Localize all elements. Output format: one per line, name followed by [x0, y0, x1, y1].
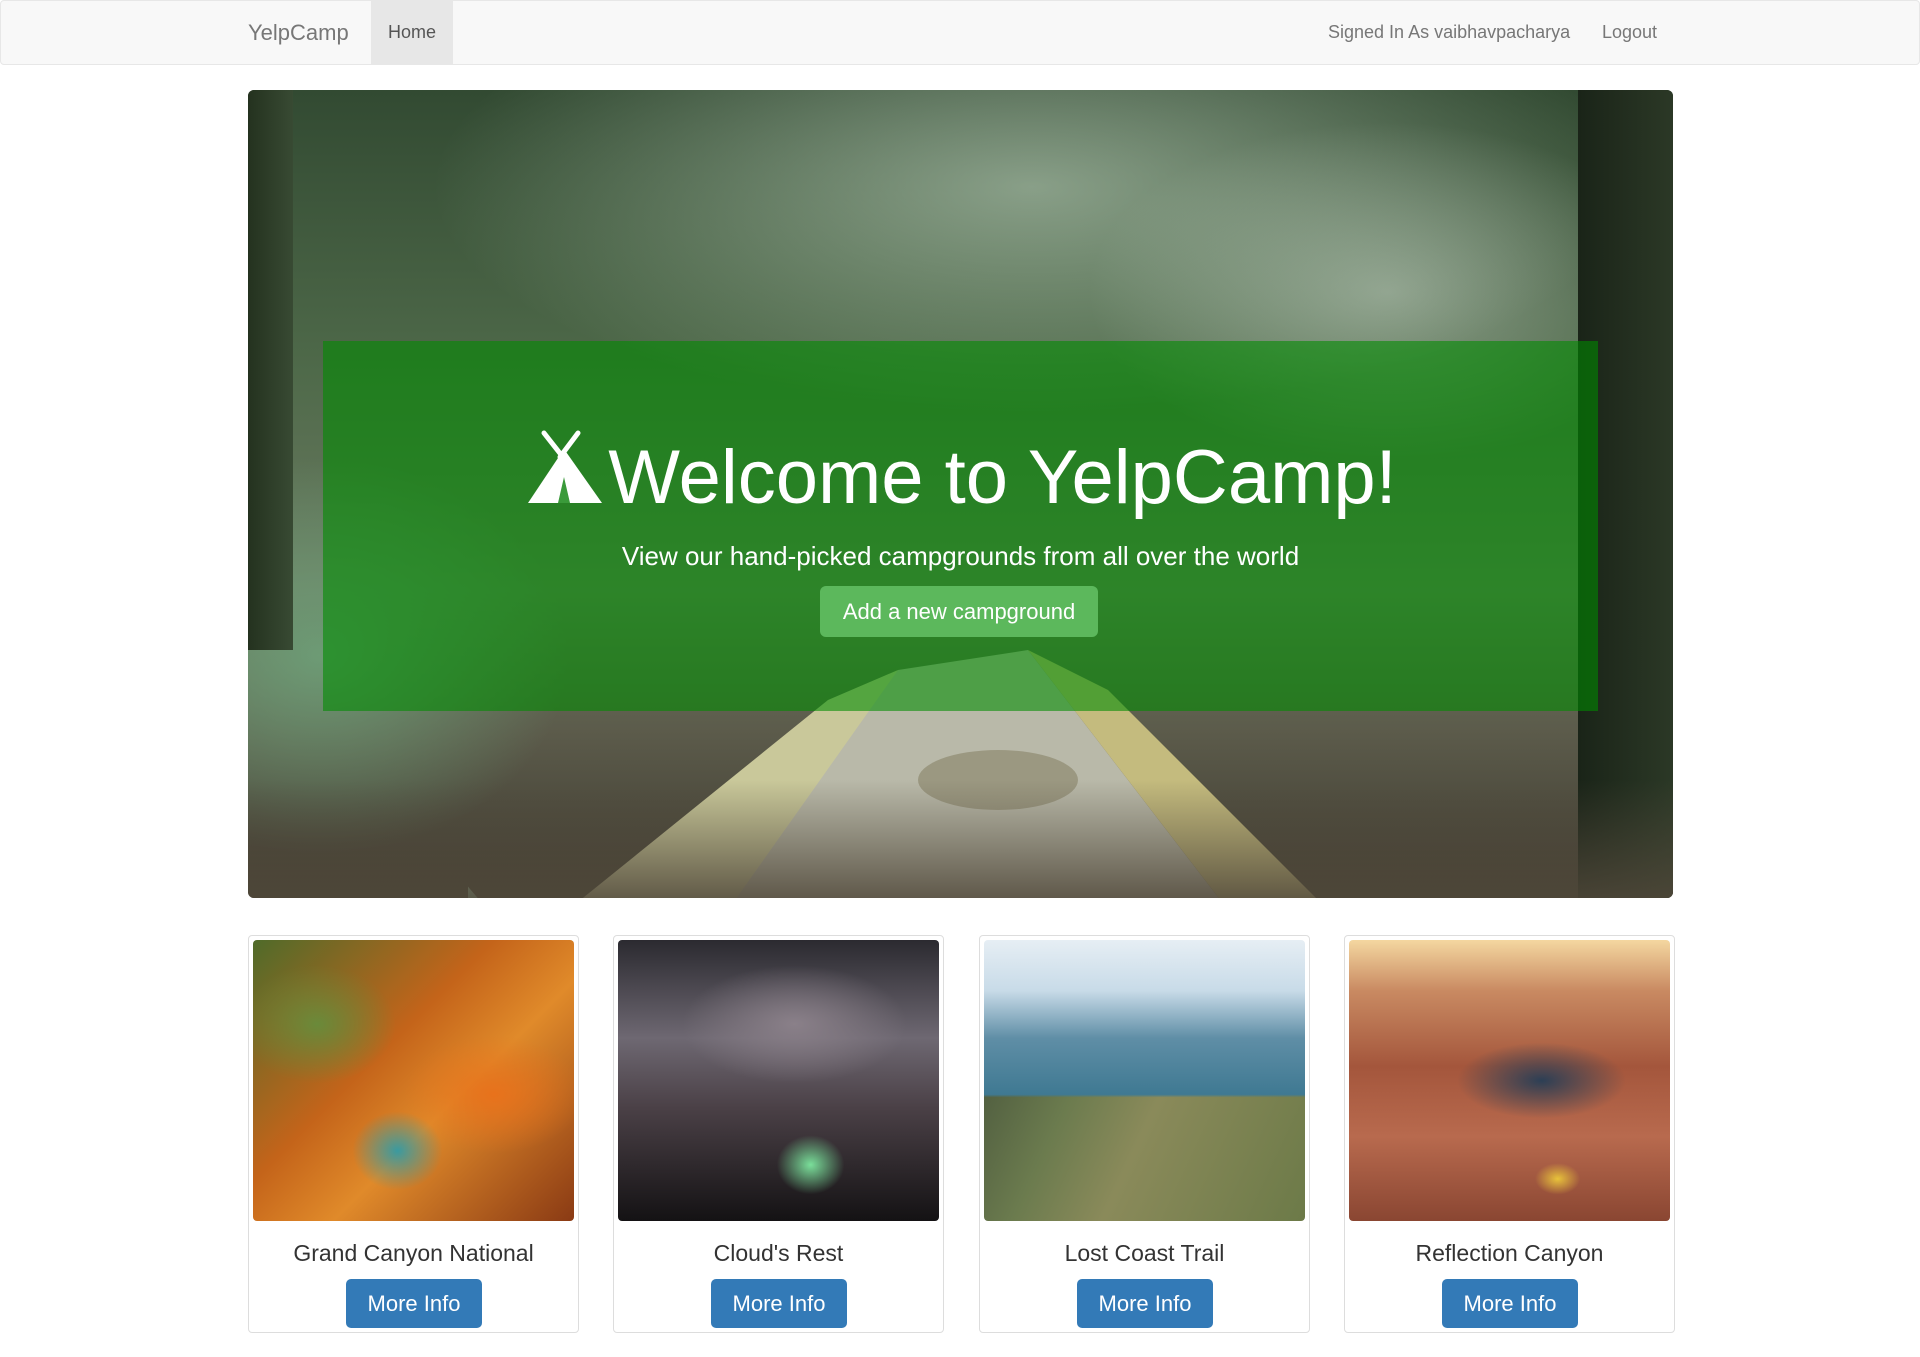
hero-subtitle: View our hand-picked campgrounds from al… [621, 541, 1300, 571]
campground-image[interactable] [984, 940, 1305, 1221]
campground-image[interactable] [618, 940, 939, 1221]
add-campground-button[interactable]: Add a new campground [820, 586, 1098, 637]
brand-link[interactable]: YelpCamp [248, 1, 349, 64]
campground-card: Grand Canyon National More Info [248, 935, 579, 1333]
logout-link[interactable]: Logout [1602, 1, 1657, 64]
campground-image[interactable] [1349, 940, 1670, 1221]
campground-name: Reflection Canyon [1415, 1240, 1604, 1266]
hero-title: Welcome to YelpCamp! [323, 429, 1598, 523]
hero-jumbotron: Welcome to YelpCamp! View our hand-picke… [323, 341, 1598, 711]
hero-title-text: Welcome to YelpCamp! [608, 435, 1397, 520]
background-ground [248, 780, 1673, 898]
campground-name: Cloud's Rest [713, 1240, 844, 1266]
more-info-button[interactable]: More Info [346, 1279, 482, 1328]
campground-card: Cloud's Rest More Info [613, 935, 944, 1333]
hero-banner: Welcome to YelpCamp! View our hand-picke… [248, 90, 1673, 898]
navbar: YelpCamp Home Signed In As vaibhavpachar… [0, 0, 1920, 65]
more-info-button[interactable]: More Info [711, 1279, 847, 1328]
nav-home-link[interactable]: Home [371, 1, 453, 64]
campground-name: Grand Canyon National [293, 1240, 534, 1266]
campground-card: Lost Coast Trail More Info [979, 935, 1310, 1333]
campground-image[interactable] [253, 940, 574, 1221]
campground-card: Reflection Canyon More Info [1344, 935, 1675, 1333]
campground-name: Lost Coast Trail [1064, 1240, 1225, 1266]
tent-icon [524, 429, 606, 507]
signed-in-user-link[interactable]: Signed In As vaibhavpacharya [1328, 1, 1570, 64]
more-info-button[interactable]: More Info [1077, 1279, 1213, 1328]
background-tree [248, 90, 293, 650]
more-info-button[interactable]: More Info [1442, 1279, 1578, 1328]
